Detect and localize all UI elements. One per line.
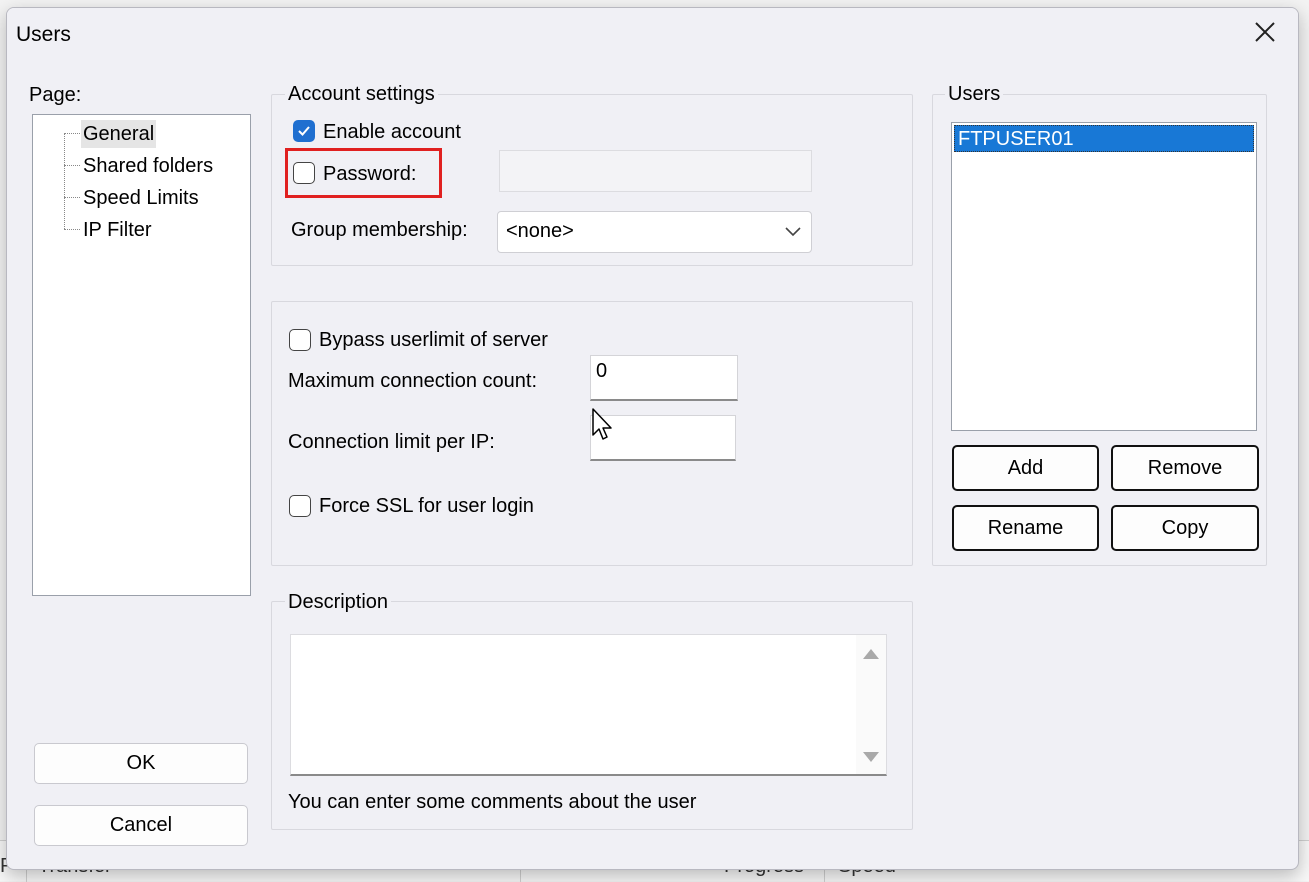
force-ssl-label[interactable]: Force SSL for user login [319,495,534,518]
tree-line [64,197,80,198]
chevron-down-icon [785,227,801,237]
group-membership-label: Group membership: [291,219,468,241]
description-textarea[interactable] [290,634,887,776]
tree-item-general[interactable]: General [81,120,157,148]
group-membership-select[interactable]: <none> [497,211,812,253]
tree-item-speed-limits[interactable]: Speed Limits [81,184,201,212]
description-legend: Description [285,591,392,614]
copy-user-button[interactable]: Copy [1111,505,1259,551]
tree-line [64,165,80,166]
description-scrollbar[interactable] [856,635,886,774]
enable-account-checkbox[interactable] [293,120,315,142]
remove-label: Remove [1147,457,1223,479]
password-checkbox[interactable] [293,162,315,184]
cancel-button[interactable]: Cancel [34,805,248,846]
dialog-title: Users [16,23,71,46]
tree-item-ip-filter[interactable]: IP Filter [81,216,154,244]
tree-line [64,133,65,229]
ok-button[interactable]: OK [34,743,248,784]
password-field[interactable] [499,150,812,192]
close-icon[interactable] [1253,20,1277,44]
bypass-userlimit-label[interactable]: Bypass userlimit of server [319,329,548,352]
tree-line [64,229,80,230]
users-legend: Users [945,83,1004,106]
rename-user-button[interactable]: Rename [952,505,1099,551]
remove-user-button[interactable]: Remove [1111,445,1259,491]
add-user-button[interactable]: Add [952,445,1099,491]
tree-item-shared-folders[interactable]: Shared folders [81,152,215,180]
ok-label: OK [126,752,156,774]
mouse-cursor-icon [592,408,612,440]
group-membership-value: <none> [506,220,574,242]
copy-label: Copy [1161,517,1209,539]
add-label: Add [1007,457,1044,479]
page-label: Page: [29,84,82,106]
users-listbox[interactable]: FTPUSER01 [951,122,1257,431]
checkmark-icon [298,126,310,136]
rename-label: Rename [987,517,1064,539]
connection-limit-per-ip-label: Connection limit per IP: [288,431,495,453]
tree-line [64,133,80,134]
force-ssl-checkbox[interactable] [289,495,311,517]
max-connection-count-label: Maximum connection count: [288,370,538,392]
bypass-userlimit-checkbox[interactable] [289,329,311,351]
enable-account-label[interactable]: Enable account [323,121,461,144]
users-dialog: Users Page: General Shared folders Speed… [6,7,1299,870]
cancel-label: Cancel [109,814,173,836]
title-bar: Users [7,8,1298,58]
description-hint: You can enter some comments about the us… [288,791,697,813]
max-connection-count-input[interactable]: 0 [590,355,738,401]
account-settings-legend: Account settings [285,83,438,106]
password-label[interactable]: Password: [323,163,416,186]
scroll-down-icon[interactable] [863,752,879,762]
scroll-up-icon[interactable] [863,649,879,659]
page-tree: General Shared folders Speed Limits IP F… [32,114,251,596]
list-item[interactable]: FTPUSER01 [954,125,1254,152]
